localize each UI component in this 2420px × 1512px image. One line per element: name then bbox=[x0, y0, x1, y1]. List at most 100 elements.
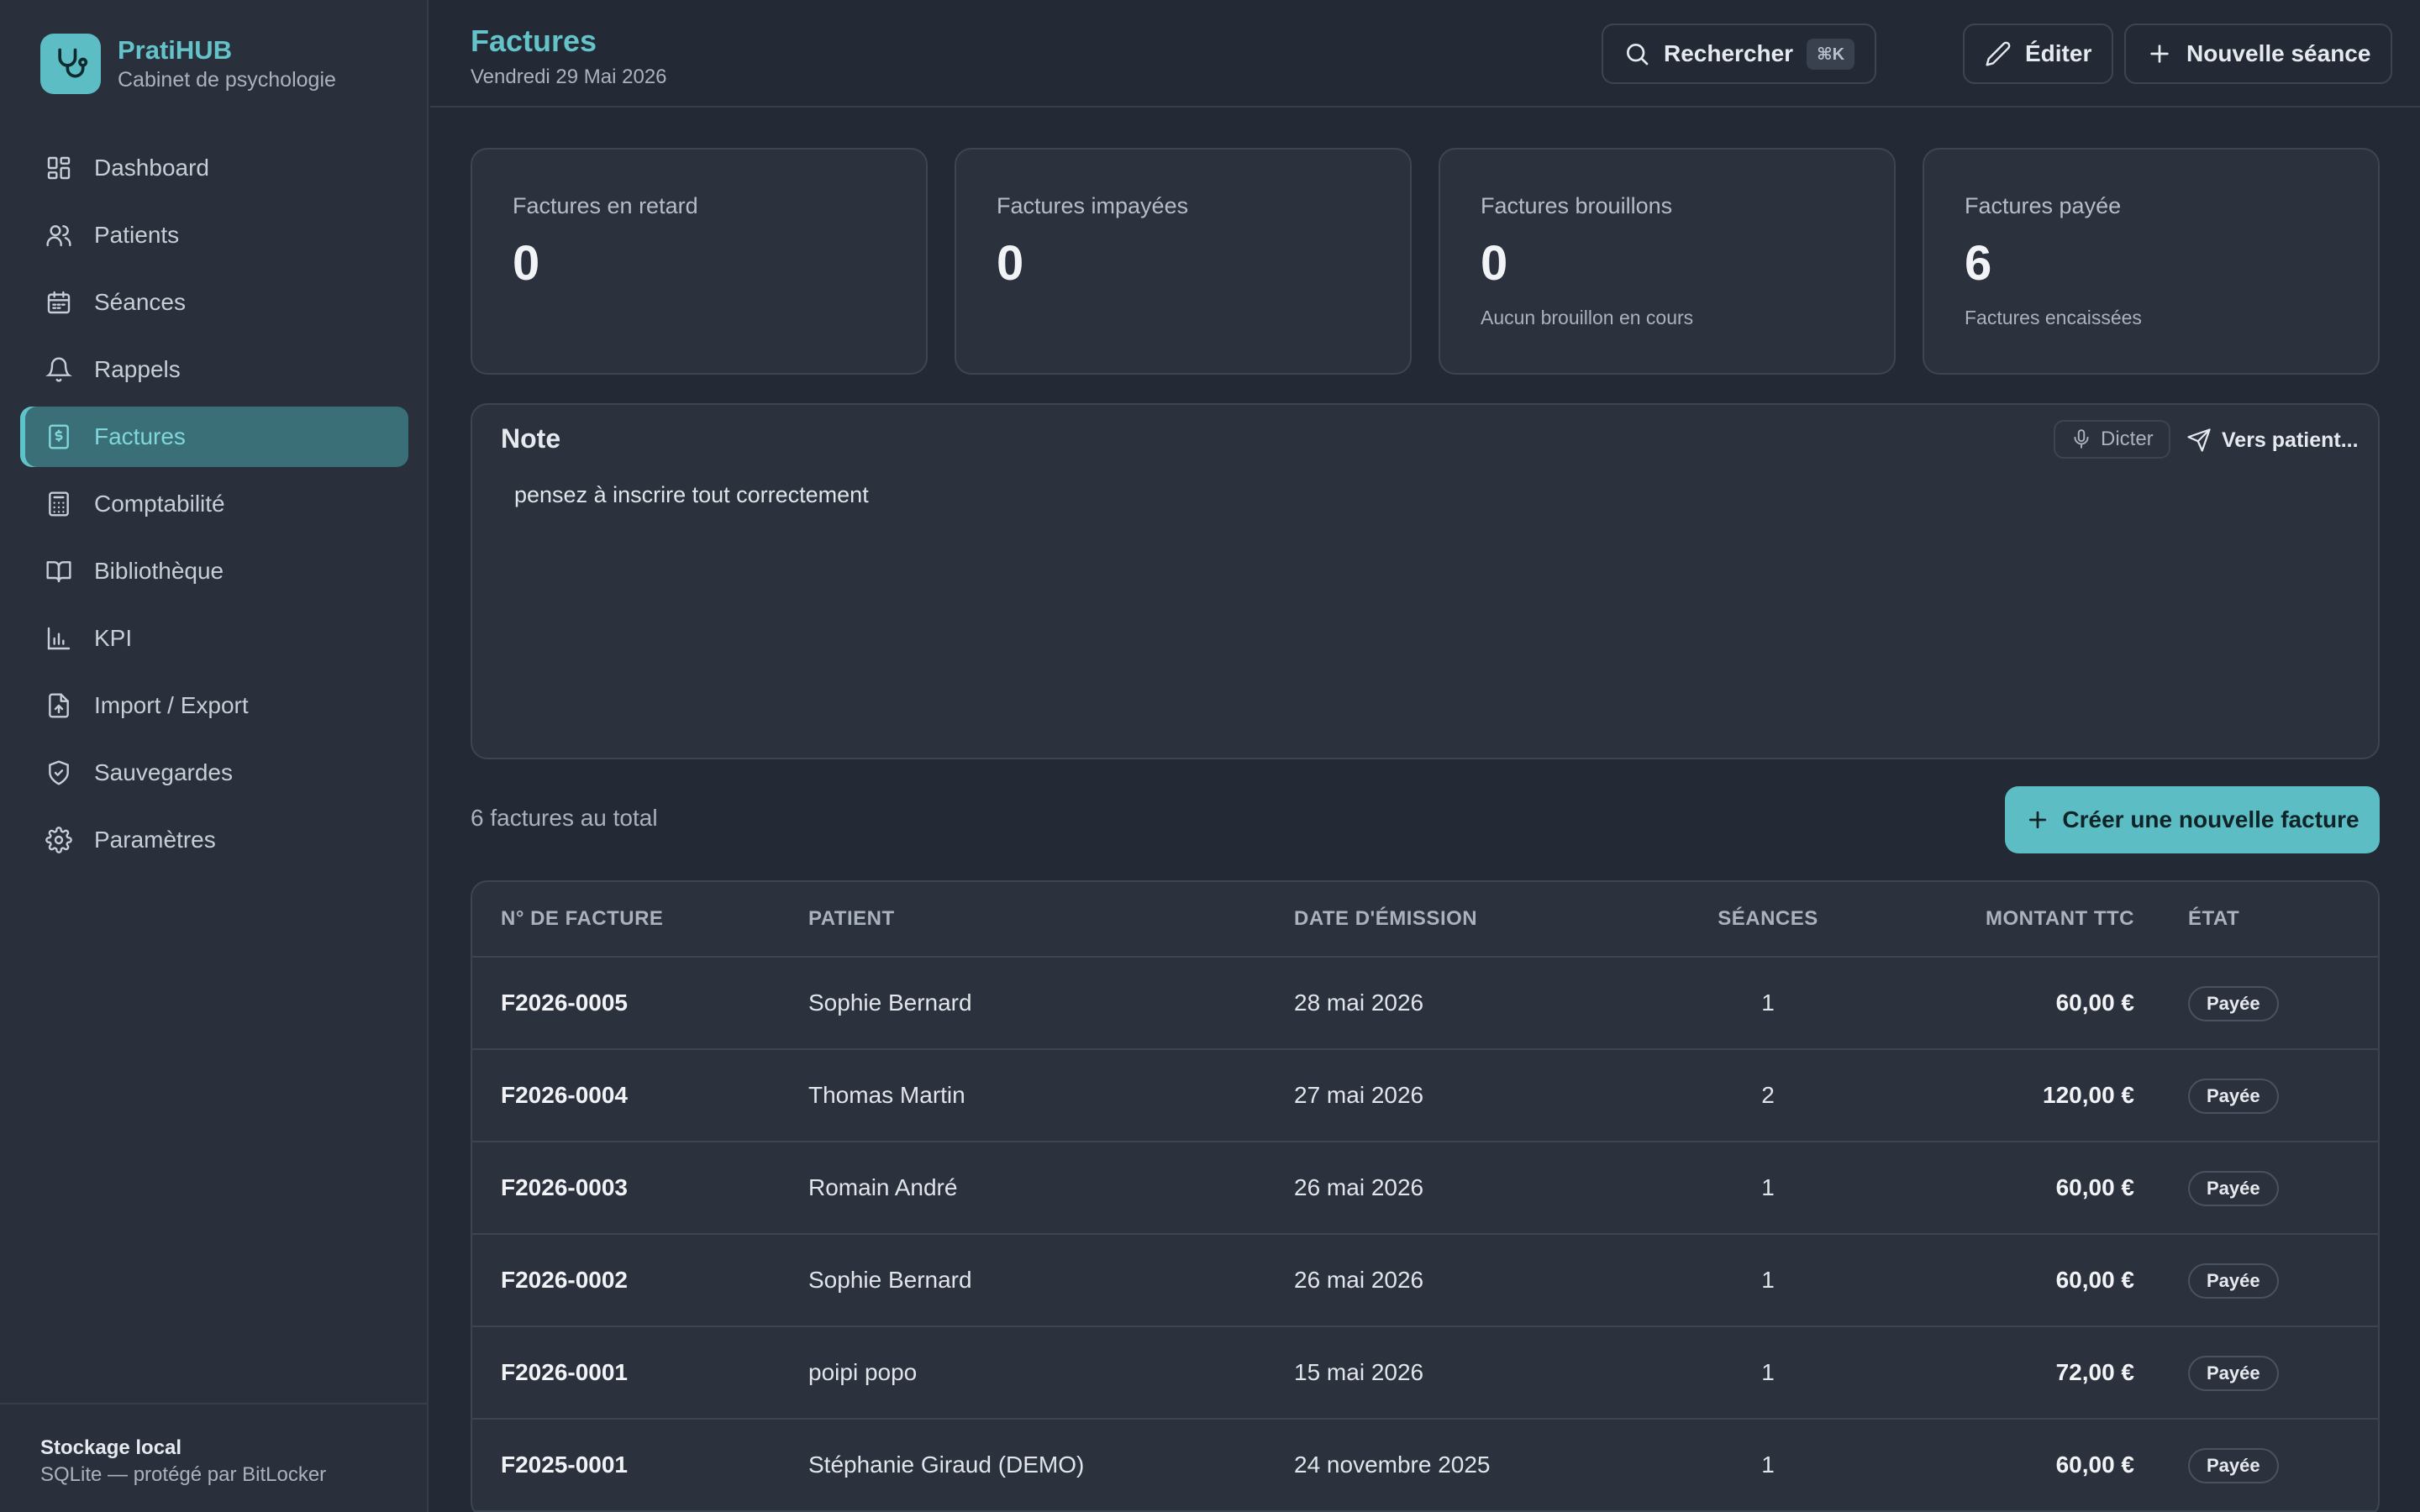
sidebar-item-factures[interactable]: Factures bbox=[20, 407, 408, 467]
bell-icon bbox=[45, 356, 72, 383]
invoice-sessions: 1 bbox=[1761, 1359, 1775, 1385]
stat-label: Factures brouillons bbox=[1481, 193, 1673, 218]
invoice-date: 26 mai 2026 bbox=[1294, 1174, 1424, 1200]
sidebar-item-label: Paramètres bbox=[94, 827, 216, 853]
calendar-icon bbox=[45, 289, 72, 316]
note-textarea[interactable]: pensez à inscrire tout correctement bbox=[514, 482, 869, 508]
search-button[interactable]: Rechercher ⌘K bbox=[1602, 24, 1877, 84]
status-badge: Payée bbox=[2188, 986, 2279, 1021]
page-title: Factures bbox=[471, 24, 597, 58]
invoice-sessions: 2 bbox=[1761, 1082, 1775, 1108]
sidebar-item-label: Comptabilité bbox=[94, 491, 225, 517]
sidebar-item-import-export[interactable]: Import / Export bbox=[20, 675, 408, 736]
sidebar-item-bibliotheque[interactable]: Bibliothèque bbox=[20, 541, 408, 601]
invoice-date: 15 mai 2026 bbox=[1294, 1359, 1424, 1385]
stat-card-unpaid: Factures impayées 0 bbox=[955, 148, 1412, 375]
brand[interactable]: PratiHUB Cabinet de psychologie bbox=[40, 34, 336, 94]
table-header: N° DE FACTURE PATIENT DATE D'ÉMISSION SÉ… bbox=[472, 882, 2378, 958]
sidebar-item-label: Patients bbox=[94, 222, 180, 248]
table-row[interactable]: F2026-0004 Thomas Martin 27 mai 2026 2 1… bbox=[472, 1050, 2378, 1142]
note-title: Note bbox=[501, 423, 561, 454]
table-row[interactable]: F2026-0002 Sophie Bernard 26 mai 2026 1 … bbox=[472, 1235, 2378, 1327]
search-shortcut: ⌘K bbox=[1807, 38, 1855, 70]
invoice-amount: 60,00 € bbox=[2055, 990, 2134, 1016]
column-header-amount[interactable]: MONTANT TTC bbox=[1986, 907, 2134, 931]
page-date: Vendredi 29 Mai 2026 bbox=[471, 66, 667, 88]
dictate-button[interactable]: Dicter bbox=[2054, 420, 2170, 459]
invoice-patient: Sophie Bernard bbox=[808, 990, 972, 1016]
edit-label: Éditer bbox=[2025, 40, 2092, 66]
stat-subtext: Aucun brouillon en cours bbox=[1481, 307, 1694, 328]
stat-subtext: Factures encaissées bbox=[1965, 307, 2142, 328]
create-invoice-label: Créer une nouvelle facture bbox=[2062, 806, 2360, 832]
grid-icon bbox=[45, 155, 72, 181]
status-badge: Payée bbox=[2188, 1171, 2279, 1206]
calculator-icon bbox=[45, 491, 72, 517]
shield-icon bbox=[45, 759, 72, 786]
brand-name: PratiHUB bbox=[118, 35, 233, 65]
send-label: Vers patient... bbox=[2222, 428, 2359, 452]
send-to-patient-button[interactable]: Vers patient... bbox=[2186, 423, 2359, 457]
invoice-patient: Sophie Bernard bbox=[808, 1267, 972, 1293]
status-badge: Payée bbox=[2188, 1079, 2279, 1114]
sidebar-item-label: KPI bbox=[94, 625, 133, 651]
table-row[interactable]: F2025-0001 Stéphanie Giraud (DEMO) 24 no… bbox=[472, 1420, 2378, 1512]
status-badge: Payée bbox=[2188, 1263, 2279, 1299]
stat-label: Factures impayées bbox=[997, 193, 1189, 218]
sidebar-item-patients[interactable]: Patients bbox=[20, 205, 408, 265]
stat-label: Factures en retard bbox=[513, 193, 698, 218]
stat-value: 0 bbox=[1481, 236, 1508, 291]
sidebar-item-kpi[interactable]: KPI bbox=[20, 608, 408, 669]
invoice-number: F2026-0004 bbox=[501, 1082, 629, 1108]
sidebar-item-sauvegardes[interactable]: Sauvegardes bbox=[20, 743, 408, 803]
invoice-count: 6 factures au total bbox=[471, 805, 658, 831]
sidebar-item-rappels[interactable]: Rappels bbox=[20, 339, 408, 400]
stethoscope-icon bbox=[40, 34, 101, 94]
sidebar-item-label: Sauvegardes bbox=[94, 759, 234, 785]
sidebar-item-label: Bibliothèque bbox=[94, 558, 224, 584]
users-icon bbox=[45, 222, 72, 249]
sidebar-item-label: Factures bbox=[94, 423, 186, 449]
note-panel: Note Dicter Vers patient... pensez à ins… bbox=[471, 403, 2380, 759]
sidebar: PratiHUB Cabinet de psychologie Dashboar… bbox=[0, 0, 429, 1512]
invoice-number: F2025-0001 bbox=[501, 1452, 629, 1478]
invoice-patient: poipi popo bbox=[808, 1359, 918, 1385]
column-header-date[interactable]: DATE D'ÉMISSION bbox=[1294, 907, 1477, 931]
edit-button[interactable]: Éditer bbox=[1963, 24, 2114, 84]
new-session-button[interactable]: Nouvelle séance bbox=[2124, 24, 2393, 84]
column-header-status[interactable]: ÉTAT bbox=[2188, 907, 2239, 931]
table-row[interactable]: F2026-0003 Romain André 26 mai 2026 1 60… bbox=[472, 1142, 2378, 1235]
sidebar-item-dashboard[interactable]: Dashboard bbox=[20, 138, 408, 198]
sidebar-item-seances[interactable]: Séances bbox=[20, 272, 408, 333]
microphone-icon bbox=[2070, 428, 2092, 450]
storage-title: Stockage local bbox=[40, 1436, 182, 1459]
invoice-sessions: 1 bbox=[1761, 1452, 1775, 1478]
invoice-amount: 72,00 € bbox=[2055, 1359, 2134, 1385]
sidebar-item-label: Dashboard bbox=[94, 155, 209, 181]
sidebar-item-parametres[interactable]: Paramètres bbox=[20, 810, 408, 870]
table-row[interactable]: F2026-0001 poipi popo 15 mai 2026 1 72,0… bbox=[472, 1327, 2378, 1420]
invoice-patient: Stéphanie Giraud (DEMO) bbox=[808, 1452, 1085, 1478]
storage-subtitle: SQLite — protégé par BitLocker bbox=[40, 1463, 327, 1486]
invoice-number: F2026-0003 bbox=[501, 1174, 629, 1200]
brand-subtitle: Cabinet de psychologie bbox=[118, 68, 336, 92]
invoice-sessions: 1 bbox=[1761, 990, 1775, 1016]
invoice-icon bbox=[45, 423, 72, 450]
stat-value: 6 bbox=[1965, 236, 1992, 291]
search-icon bbox=[1623, 40, 1650, 67]
table-row[interactable]: F2026-0005 Sophie Bernard 28 mai 2026 1 … bbox=[472, 958, 2378, 1050]
invoice-date: 24 novembre 2025 bbox=[1294, 1452, 1491, 1478]
column-header-patient[interactable]: PATIENT bbox=[808, 907, 895, 931]
column-header-number[interactable]: N° DE FACTURE bbox=[501, 907, 663, 931]
stat-card-overdue: Factures en retard 0 bbox=[471, 148, 928, 375]
invoice-amount: 120,00 € bbox=[2043, 1082, 2134, 1108]
bar-chart-icon bbox=[45, 625, 72, 652]
invoice-date: 28 mai 2026 bbox=[1294, 990, 1424, 1016]
new-session-label: Nouvelle séance bbox=[2186, 40, 2371, 66]
column-header-sessions[interactable]: SÉANCES bbox=[1684, 907, 1852, 931]
invoice-amount: 60,00 € bbox=[2055, 1452, 2134, 1478]
invoice-patient: Romain André bbox=[808, 1174, 958, 1200]
sidebar-item-comptabilite[interactable]: Comptabilité bbox=[20, 474, 408, 534]
create-invoice-button[interactable]: Créer une nouvelle facture bbox=[2005, 786, 2380, 853]
invoice-patient: Thomas Martin bbox=[808, 1082, 965, 1108]
